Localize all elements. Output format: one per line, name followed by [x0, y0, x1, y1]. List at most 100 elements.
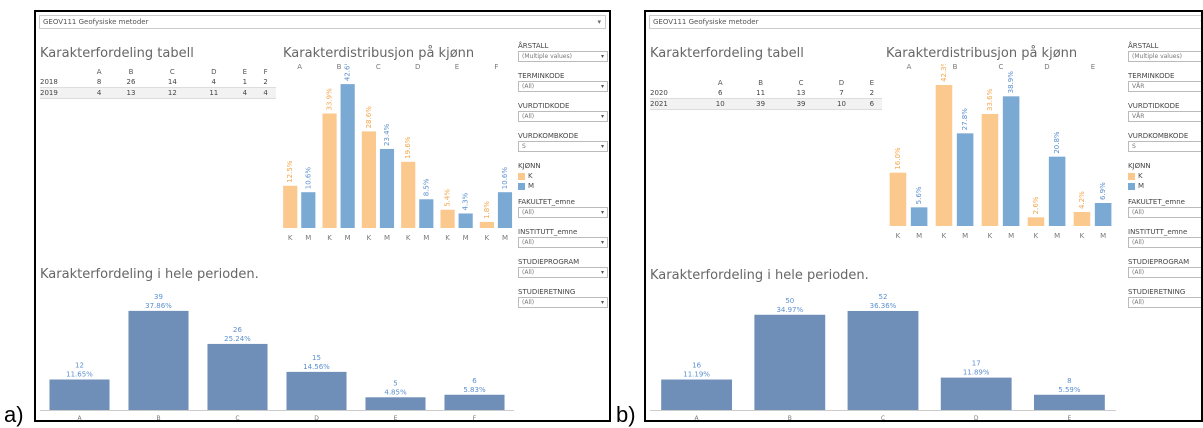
bar-k[interactable]	[1027, 217, 1045, 226]
pct-label: 11.65%	[66, 371, 93, 379]
filter-value: (All)	[1132, 209, 1145, 216]
cell: 4	[193, 77, 235, 88]
course-selector[interactable]: GEOV111 Geofysiske metoder ▾	[649, 15, 1201, 29]
category-label: D	[974, 415, 979, 422]
bar[interactable]	[365, 397, 426, 410]
course-selector-value: GEOV111 Geofysiske metoder	[653, 18, 759, 26]
gender-tick-label: M	[423, 234, 429, 242]
bar-k[interactable]	[322, 113, 337, 228]
cell: 14	[151, 77, 194, 88]
bar-m[interactable]	[340, 84, 355, 229]
bar[interactable]	[444, 394, 505, 410]
bar[interactable]	[49, 379, 110, 411]
gender-tick-label: K	[896, 232, 901, 240]
bar-k[interactable]	[935, 85, 953, 226]
bar-k[interactable]	[1073, 212, 1091, 226]
filter-dropdown[interactable]: (All)▾	[1128, 207, 1201, 218]
legend-label: M	[528, 182, 535, 190]
gender-tick-label: K	[988, 232, 993, 240]
filter-label: VURDTIDKODE	[518, 102, 570, 110]
overall-chart-title: Karakterfordeling i hele perioden.	[650, 268, 869, 283]
bar-k[interactable]	[981, 114, 999, 226]
filter-dropdown[interactable]: (All)▾	[518, 111, 608, 122]
filter-dropdown[interactable]: S▾	[1128, 141, 1201, 152]
bar-m[interactable]	[910, 207, 928, 226]
data-label: 6.9%	[1099, 182, 1107, 200]
filter-label: INSTITUTT_emne	[518, 228, 578, 236]
filter-dropdown[interactable]: (All)▾	[518, 237, 608, 248]
grade-table: A B C D E 2020 6 11 13 7 2 2021 10 39 39…	[650, 78, 882, 110]
category-label: C	[235, 415, 239, 422]
bar[interactable]	[1033, 394, 1105, 410]
count-label: 16	[692, 362, 701, 370]
bar-k[interactable]	[283, 185, 298, 228]
bar[interactable]	[286, 371, 347, 410]
cell: 6	[861, 98, 882, 110]
filter-value: (Multiple values)	[522, 53, 572, 60]
bar[interactable]	[661, 379, 733, 410]
bar-k[interactable]	[361, 131, 376, 228]
gender-tick-label: K	[485, 234, 490, 242]
course-selector[interactable]: GEOV111 Geofysiske metoder ▾	[39, 15, 606, 29]
category-label: D	[415, 64, 420, 71]
data-label: 12.5%	[286, 160, 294, 183]
bar[interactable]	[847, 310, 919, 410]
category-label: B	[953, 64, 958, 71]
bar-m[interactable]	[1002, 96, 1020, 226]
bar-m[interactable]	[379, 148, 395, 228]
legend-item-m[interactable]: M	[518, 181, 608, 191]
bar-k[interactable]	[401, 161, 416, 228]
legend-item-k[interactable]: K	[1128, 171, 1201, 181]
bar[interactable]	[940, 377, 1012, 410]
data-label: 10.6%	[501, 167, 509, 190]
bar-m[interactable]	[497, 192, 513, 228]
bar-m[interactable]	[419, 199, 434, 228]
filter-dropdown[interactable]: (All)▾	[518, 207, 608, 218]
filter-dropdown[interactable]: VÅR▾	[1128, 81, 1201, 92]
filter-dropdown[interactable]: (All)▾	[518, 267, 608, 278]
legend-item-m[interactable]: M	[1128, 181, 1201, 191]
filter-dropdown[interactable]: (All)▾	[518, 297, 608, 308]
bar[interactable]	[128, 310, 189, 410]
bar-k[interactable]	[440, 209, 455, 228]
filter-dropdown[interactable]: (All)▾	[518, 81, 608, 92]
legend-item-k[interactable]: K	[518, 171, 608, 181]
chevron-down-icon: ▾	[597, 18, 601, 26]
table-row: 2019 4 13 12 11 4 4	[40, 87, 276, 99]
bar[interactable]	[754, 314, 826, 410]
col-header: B	[758, 79, 764, 87]
data-label: 23.4%	[383, 123, 391, 146]
gender-chart-title: Karakterdistribusjon på kjønn	[283, 46, 475, 61]
filter-dropdown[interactable]: VÅR▾	[1128, 111, 1201, 122]
filter-dropdown[interactable]: (All)▾	[1128, 237, 1201, 248]
col-header: D	[211, 68, 217, 76]
category-label: A	[695, 415, 700, 422]
bar-m[interactable]	[1094, 203, 1112, 226]
cell: 2	[861, 88, 882, 99]
col-header: A	[717, 79, 723, 87]
chevron-down-icon: ▾	[600, 83, 604, 90]
filter-dropdown[interactable]: (All)▾	[1128, 297, 1201, 308]
filter-dropdown[interactable]: S▾	[518, 141, 608, 152]
filter-dropdown[interactable]: (All)▾	[1128, 267, 1201, 278]
gender-tick-label: K	[367, 234, 372, 242]
bar-k[interactable]	[479, 221, 494, 228]
data-label: 42.3%	[940, 64, 948, 82]
row-year: 2019	[40, 87, 88, 99]
filter-dropdown[interactable]: (Multiple values)▾	[518, 51, 608, 62]
bar-m[interactable]	[301, 192, 316, 228]
cell: 10	[821, 98, 862, 110]
col-header: C	[798, 79, 804, 87]
cell: 2	[255, 77, 276, 88]
bar[interactable]	[207, 343, 268, 410]
legend-swatch	[518, 172, 525, 180]
count-label: 5	[393, 379, 397, 387]
bar-m[interactable]	[1048, 156, 1066, 226]
filter-value: (All)	[1132, 299, 1145, 306]
count-label: 39	[154, 293, 163, 301]
bar-m[interactable]	[458, 213, 473, 228]
bar-k[interactable]	[889, 172, 907, 226]
filter-dropdown[interactable]: (Multiple values)▾	[1128, 51, 1201, 62]
row-year: 2020	[650, 88, 700, 99]
bar-m[interactable]	[956, 133, 974, 226]
